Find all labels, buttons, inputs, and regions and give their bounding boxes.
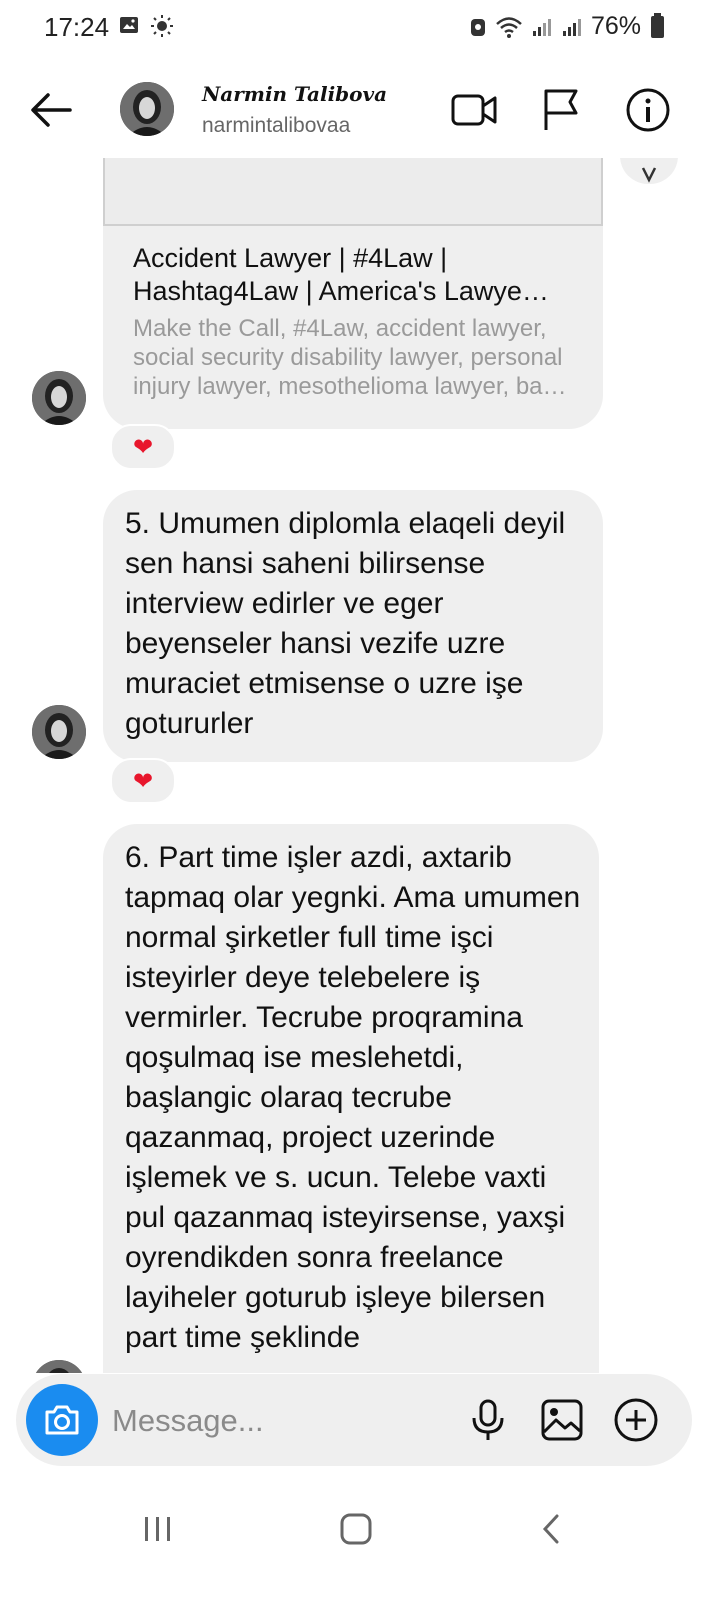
microphone-icon [472,1399,504,1440]
status-right: 76% [469,12,664,41]
video-camera-icon [451,94,497,126]
battery-percent: 76% [590,12,641,40]
message-text: 6. Part time işler azdi, axtarib tapmaq … [125,841,581,1354]
heart-reaction[interactable]: ❤ [110,758,176,804]
link-description: Make the Call, #4Law, accident lawyer, s… [133,315,567,400]
chat-thread[interactable]: Accident Lawyer | #4Law | Hashtag4Law | … [0,158,720,1373]
sender-avatar[interactable] [32,705,86,759]
report-button[interactable] [538,86,586,134]
status-bar: 17:24 76% [0,0,720,60]
link-preview-bubble[interactable]: Accident Lawyer | #4Law | Hashtag4Law | … [103,158,603,429]
home-button[interactable] [326,1504,386,1554]
status-left-icons [118,14,174,38]
system-back-button[interactable] [522,1504,582,1554]
camera-button[interactable] [26,1384,98,1456]
info-icon [626,88,670,132]
arrow-left-icon [31,93,72,127]
message-text: 5. Umumen diplomla elaqeli deyil sen han… [125,507,566,740]
back-button[interactable] [24,82,80,138]
image-icon [541,1399,583,1441]
signal-icon-2 [562,18,581,36]
link-title: Accident Lawyer | #4Law | Hashtag4Law | … [133,243,549,306]
voice-message-button[interactable] [464,1396,512,1444]
info-button[interactable] [624,86,672,134]
chevron-down-icon [641,167,657,183]
heart-reaction[interactable]: ❤ [110,424,176,470]
link-preview-image [103,158,603,226]
chevron-left-icon [542,1514,559,1544]
contact-avatar[interactable] [120,82,174,136]
video-call-button[interactable] [450,86,498,134]
previous-message-chip[interactable] [620,158,678,184]
recent-apps-icon [145,1517,170,1541]
status-time: 17:24 [44,12,110,42]
contact-name[interactable]: Narmin Talibova [202,82,387,106]
flag-icon [544,89,578,130]
home-icon [340,1513,372,1545]
plus-circle-icon [614,1398,658,1442]
brightness-icon [151,15,173,37]
alarm-icon [470,18,485,36]
wifi-icon [496,16,522,38]
message-bubble-5[interactable]: 5. Umumen diplomla elaqeli deyil sen han… [103,490,603,762]
chat-header: Narmin Talibova narmintalibovaa [0,62,720,158]
gallery-notification-icon [120,17,138,33]
battery-icon [651,12,664,38]
system-nav-bar [0,1478,720,1600]
sender-avatar[interactable] [32,371,86,425]
gallery-button[interactable] [538,1396,586,1444]
recent-apps-button[interactable] [128,1504,188,1554]
contact-username[interactable]: narmintalibovaa [202,114,350,138]
message-input[interactable] [110,1394,454,1448]
camera-icon [45,1405,79,1435]
sender-avatar[interactable] [32,1360,86,1373]
message-bubble-6[interactable]: 6. Part time işler azdi, axtarib tapmaq … [103,824,599,1373]
signal-icon-1 [532,18,551,36]
message-composer [16,1374,692,1466]
more-options-button[interactable] [612,1396,660,1444]
